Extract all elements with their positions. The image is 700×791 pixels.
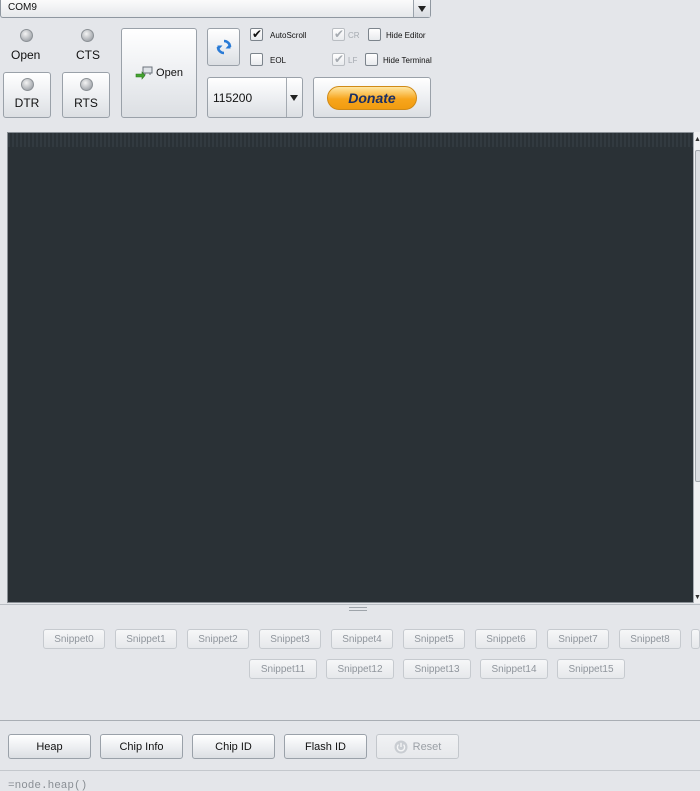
snippet-button[interactable]: Snippet7 (547, 629, 609, 649)
open-port-button[interactable]: Open (121, 28, 197, 118)
snippet-button[interactable]: Snippet3 (259, 629, 321, 649)
lf-label: LF (348, 56, 358, 65)
dtr-label: DTR (14, 96, 40, 110)
rts-button[interactable]: RTS (62, 72, 110, 118)
reset-label: Reset (412, 740, 442, 753)
divider (0, 770, 700, 771)
eol-checkbox[interactable] (250, 53, 263, 66)
terminal-output[interactable] (7, 132, 694, 603)
flash-id-button[interactable]: Flash ID (284, 734, 367, 759)
scroll-up-icon[interactable]: ▲ (694, 136, 700, 143)
rts-led-icon (79, 78, 93, 91)
open-port-label: Open (156, 67, 183, 79)
hide-terminal-label: Hide Terminal (383, 56, 432, 65)
command-input[interactable]: =node.heap() (8, 780, 87, 791)
chip-info-button[interactable]: Chip Info (100, 734, 183, 759)
snippet-button[interactable]: Snippet13 (403, 659, 471, 679)
snippet-button[interactable]: Snippet5 (403, 629, 465, 649)
snippet-button[interactable]: Snippet15 (557, 659, 625, 679)
chevron-down-icon[interactable] (286, 78, 302, 117)
open-led-icon (20, 29, 33, 42)
refresh-icon (216, 39, 231, 55)
snippet-button[interactable]: Snippet0 (43, 629, 105, 649)
panel-splitter[interactable] (0, 604, 700, 612)
chevron-down-icon[interactable] (413, 0, 430, 17)
snippet-button[interactable]: Snippet4 (331, 629, 393, 649)
autoscroll-label: AutoScroll (270, 31, 307, 40)
eol-label: EOL (270, 56, 287, 65)
donate-badge: Donate (327, 85, 417, 110)
donate-label: Donate (348, 89, 396, 106)
snippet-button[interactable]: Snippet8 (619, 629, 681, 649)
donate-button[interactable]: Donate (313, 77, 431, 118)
port-value: COM9 (8, 2, 37, 13)
dtr-led-icon (20, 78, 34, 91)
cr-label: CR (348, 31, 360, 40)
hide-editor-checkbox[interactable] (368, 28, 381, 41)
refresh-ports-button[interactable] (207, 28, 240, 66)
terminal-scrollbar[interactable]: ▲ ▼ (693, 132, 700, 603)
hide-terminal-checkbox[interactable] (365, 53, 378, 66)
snippet-button[interactable]: Snippet14 (480, 659, 548, 679)
snippet-button[interactable]: Snippet11 (249, 659, 317, 679)
connect-icon (135, 66, 153, 80)
snippet-button[interactable]: Snippet12 (326, 659, 394, 679)
baud-value: 115200 (213, 90, 253, 105)
dtr-button[interactable]: DTR (3, 72, 51, 118)
port-select[interactable]: COM9 (0, 0, 431, 18)
rts-label: RTS (74, 96, 98, 110)
lf-checkbox[interactable] (332, 53, 345, 66)
reset-button[interactable]: Reset (376, 734, 459, 759)
cts-led-label: CTS (76, 48, 100, 62)
snippet-button[interactable]: Snippet2 (187, 629, 249, 649)
hide-editor-label: Hide Editor (386, 31, 426, 40)
chip-id-button[interactable]: Chip ID (192, 734, 275, 759)
scroll-down-icon[interactable]: ▼ (694, 594, 700, 601)
cr-checkbox[interactable] (332, 28, 345, 41)
snippet-button[interactable]: Snippet1 (115, 629, 177, 649)
snippet-button-partial[interactable] (691, 629, 700, 649)
baud-select[interactable]: 115200 (207, 77, 303, 118)
snippet-button[interactable]: Snippet6 (475, 629, 537, 649)
divider (0, 720, 700, 721)
splitter-grip-icon[interactable] (349, 607, 367, 611)
open-led-label: Open (11, 48, 41, 62)
power-icon (394, 740, 408, 753)
autoscroll-checkbox[interactable] (250, 28, 263, 41)
scrollbar-thumb[interactable] (695, 150, 700, 482)
heap-button[interactable]: Heap (8, 734, 91, 759)
cts-led-icon (81, 29, 94, 42)
